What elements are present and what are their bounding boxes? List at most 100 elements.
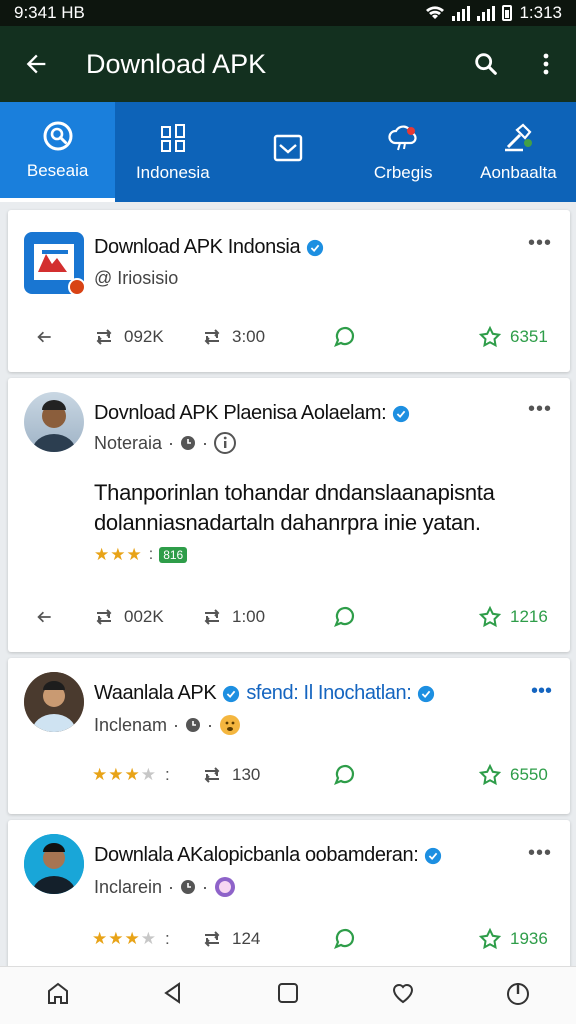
arrow-left-icon bbox=[37, 611, 51, 623]
share-button[interactable] bbox=[34, 607, 54, 627]
tab-beseaia[interactable]: Beseaia bbox=[0, 102, 116, 202]
star-rating: ★★★★ : bbox=[92, 929, 170, 948]
post-title: Downlala AKalopicbanla oobamderan: bbox=[94, 844, 442, 867]
person-photo-icon bbox=[24, 834, 84, 894]
nav-favorites-button[interactable] bbox=[389, 979, 417, 1012]
like-button[interactable]: 6351 bbox=[478, 325, 548, 349]
verified-icon bbox=[418, 685, 435, 702]
person-photo-icon bbox=[24, 672, 84, 732]
verified-icon bbox=[223, 685, 240, 702]
heart-icon bbox=[393, 984, 414, 1004]
power-icon bbox=[507, 983, 530, 1005]
comment-button[interactable] bbox=[332, 763, 356, 787]
comment-button[interactable] bbox=[332, 927, 356, 951]
info-icon bbox=[214, 432, 237, 454]
post-title-link[interactable]: sfend: Il Inochatlan: bbox=[246, 682, 411, 705]
more-options-icon[interactable]: ••• bbox=[528, 232, 552, 255]
verified-icon bbox=[425, 847, 442, 864]
comment-icon bbox=[334, 606, 355, 627]
post-card[interactable]: Downlala AKalopicbanla oobamderan: Incla… bbox=[8, 820, 570, 978]
person-photo-icon bbox=[32, 400, 76, 452]
signal-icon bbox=[452, 5, 471, 21]
home-icon bbox=[47, 982, 68, 1004]
reply-button[interactable]: 130 bbox=[200, 764, 260, 786]
clock-icon bbox=[181, 436, 196, 450]
like-button[interactable]: 1216 bbox=[478, 605, 548, 629]
repost-icon bbox=[96, 609, 112, 625]
post-actions: ★★★★ : 124 1936 bbox=[8, 922, 570, 956]
avatar bbox=[24, 834, 84, 894]
nav-power-button[interactable] bbox=[504, 979, 532, 1012]
app-logo bbox=[24, 232, 86, 296]
hammer-icon bbox=[505, 123, 533, 152]
reply-button[interactable]: 1:00 bbox=[200, 606, 265, 628]
avatar bbox=[24, 392, 84, 452]
post-meta: Inclarein · · bbox=[94, 876, 236, 898]
nav-back-button[interactable] bbox=[159, 979, 187, 1012]
post-handle: @ Iriosisio bbox=[94, 268, 179, 288]
post-title: Dovnload APK Plaenisa Aolaelam: bbox=[94, 402, 410, 425]
reply-button[interactable]: 3:00 bbox=[200, 326, 265, 348]
overflow-menu-button[interactable] bbox=[516, 50, 576, 78]
status-time: 9:341 HB bbox=[14, 3, 85, 22]
like-button[interactable]: 6550 bbox=[478, 763, 548, 787]
verified-icon bbox=[393, 405, 410, 422]
star-rating: ★★★★ : bbox=[92, 765, 170, 784]
post-card[interactable]: Waanlala APK sfend: Il Inochatlan: Incle… bbox=[8, 658, 570, 814]
star-outline-icon bbox=[478, 325, 502, 348]
nav-home-button[interactable] bbox=[44, 979, 72, 1012]
post-actions: 092K 3:00 6351 bbox=[8, 320, 570, 354]
tab-indonesia[interactable]: Indonesia bbox=[115, 102, 230, 202]
post-meta: Noteraia · · bbox=[94, 432, 237, 454]
post-card[interactable]: Dovnload APK Plaenisa Aolaelam: Noteraia… bbox=[8, 378, 570, 652]
battery-icon bbox=[502, 5, 513, 21]
comment-icon bbox=[334, 928, 355, 949]
more-vertical-icon bbox=[543, 53, 549, 75]
bottom-navigation bbox=[0, 966, 576, 1024]
search-button[interactable] bbox=[456, 50, 516, 78]
post-actions: 002K 1:00 1216 bbox=[8, 600, 570, 634]
reply-button[interactable]: 124 bbox=[200, 928, 260, 950]
avatar bbox=[24, 672, 84, 732]
comment-button[interactable] bbox=[332, 325, 356, 349]
arrow-left-icon bbox=[26, 54, 46, 74]
comment-icon bbox=[334, 326, 355, 347]
cloud-alert-icon bbox=[388, 125, 417, 151]
emoji-icon bbox=[220, 715, 241, 735]
retweet-button[interactable]: 092K bbox=[92, 326, 164, 348]
more-options-icon[interactable]: ••• bbox=[528, 398, 552, 421]
signal-2-icon bbox=[477, 5, 496, 21]
search-circle-icon bbox=[43, 121, 73, 151]
more-options-icon[interactable]: ••• bbox=[528, 842, 552, 865]
page-title: Download APK bbox=[86, 48, 267, 79]
wifi-icon bbox=[426, 6, 445, 19]
post-meta: Inclenam · · bbox=[94, 714, 241, 736]
grid-icon bbox=[160, 124, 185, 152]
more-options-icon[interactable]: ••• bbox=[531, 680, 552, 703]
star-outline-icon bbox=[478, 763, 502, 786]
status-clock: 1:313 bbox=[519, 3, 562, 22]
search-icon bbox=[475, 53, 497, 75]
like-button[interactable]: 1936 bbox=[478, 927, 548, 951]
tab-label: Beseaia bbox=[26, 161, 89, 180]
tab-bar: Beseaia Indonesia Crbegis Aonbaalta bbox=[0, 102, 576, 202]
repost-icon bbox=[204, 609, 220, 625]
back-button[interactable] bbox=[0, 50, 72, 78]
tab-inbox[interactable] bbox=[230, 102, 345, 202]
repost-icon bbox=[96, 329, 112, 345]
tab-label: Indonesia bbox=[135, 163, 210, 182]
tab-label: Crbegis bbox=[373, 163, 433, 182]
rating-row: ★★★ : 816 bbox=[94, 545, 188, 565]
retweet-button[interactable]: 002K bbox=[92, 606, 164, 628]
nav-home-square-button[interactable] bbox=[274, 979, 302, 1012]
share-button[interactable] bbox=[34, 327, 54, 347]
star-outline-icon bbox=[478, 927, 502, 950]
post-title: Waanlala APK sfend: Il Inochatlan: bbox=[94, 682, 435, 705]
tab-crbegis[interactable]: Crbegis bbox=[346, 102, 461, 202]
star-rating: ★★★ bbox=[94, 545, 143, 564]
comment-button[interactable] bbox=[332, 605, 356, 629]
status-bar: 9:341 HB 1:313 bbox=[0, 0, 576, 26]
triangle-back-icon bbox=[164, 982, 180, 1004]
tab-aonbaalta[interactable]: Aonbaalta bbox=[461, 102, 576, 202]
post-card[interactable]: Download APK Indonsia @ Iriosisio ••• 09… bbox=[8, 210, 570, 372]
